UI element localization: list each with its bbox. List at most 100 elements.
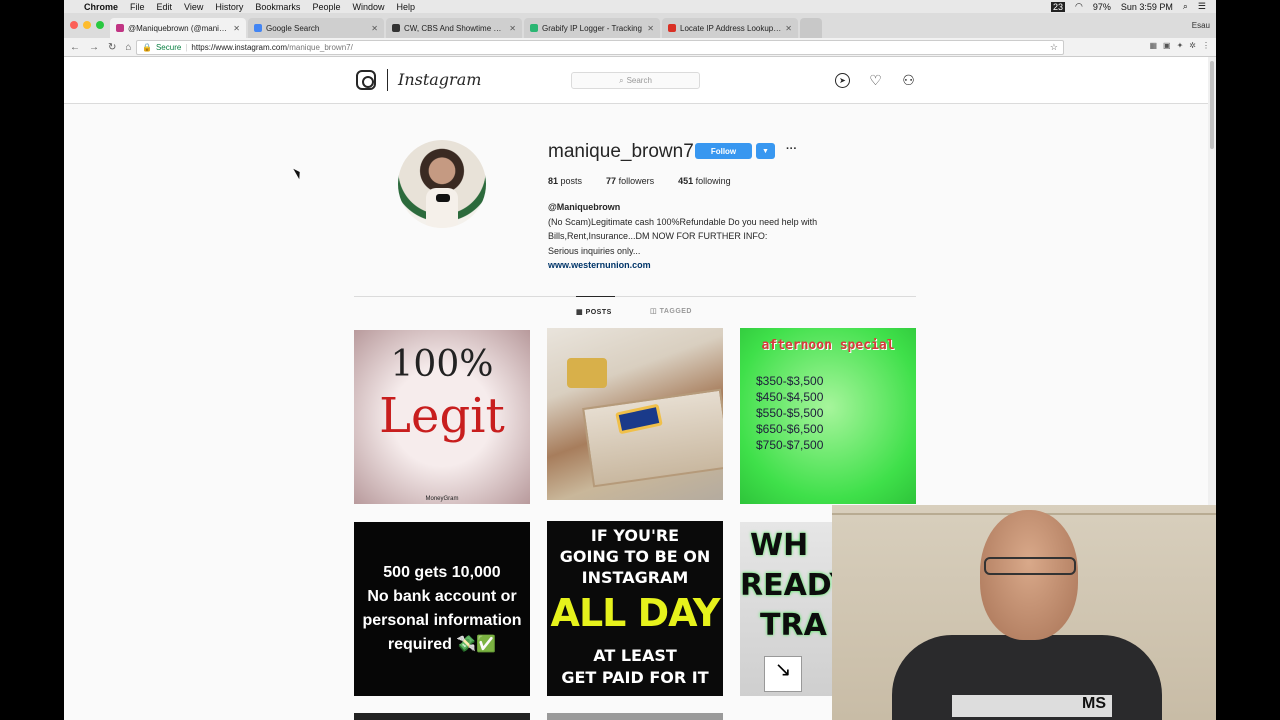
browser-profile-name[interactable]: Esau	[1192, 21, 1210, 30]
header-divider	[387, 69, 388, 91]
back-icon[interactable]: ←	[70, 42, 80, 53]
minimize-window-button[interactable]	[83, 21, 91, 29]
tab-title: Google Search	[266, 23, 320, 33]
menu-dots-icon[interactable]: ⋮	[1202, 41, 1210, 50]
bio-website-link[interactable]: www.westernunion.com	[548, 258, 848, 273]
suggested-dropdown-button[interactable]: ▼	[756, 143, 775, 159]
menu-people[interactable]: People	[312, 2, 340, 12]
grabify-favicon	[530, 24, 538, 32]
extensions-area: ▦ ▣ ✦ ✲ ⋮	[1149, 41, 1210, 50]
mouse-cursor-icon	[293, 166, 303, 180]
menu-help[interactable]: Help	[396, 2, 415, 12]
bio-name: @Maniquebrown	[548, 202, 621, 212]
price-list: $350-$3,500 $450-$4,500 $550-$5,500 $650…	[756, 373, 823, 453]
lock-icon[interactable]: 🔒	[142, 43, 152, 52]
browser-tab-grabify[interactable]: Grabify IP Logger - Tracking ✕	[524, 18, 660, 38]
close-tab-icon[interactable]: ✕	[371, 24, 378, 33]
post-thumbnail[interactable]: 100% Legit MoneyGram	[354, 330, 530, 504]
profile-avatar[interactable]	[398, 140, 486, 228]
webcam-overlay: MS	[832, 505, 1216, 720]
menu-view[interactable]: View	[184, 2, 203, 12]
profile-stats: 81 posts 77 followers 451 following	[548, 176, 731, 186]
instagram-camera-icon[interactable]	[356, 70, 376, 90]
menu-app-name[interactable]: Chrome	[84, 2, 118, 12]
following-stat[interactable]: 451 following	[678, 176, 731, 186]
bookmark-star-icon[interactable]: ☆	[1050, 42, 1063, 53]
price-item: $450-$4,500	[756, 390, 824, 404]
post-thumbnail[interactable]: 500 gets 10,000 No bank account or perso…	[354, 522, 530, 696]
explore-compass-icon[interactable]: ➤	[835, 73, 850, 88]
reload-icon[interactable]: ↻	[108, 42, 116, 53]
grid-icon: ▦	[576, 309, 586, 316]
browser-tab-cw[interactable]: CW, CBS And Showtime 2012 ✕	[386, 18, 522, 38]
bio-line: (No Scam)Legitimate cash 100%Refundable …	[548, 216, 818, 227]
glasses	[984, 557, 1076, 575]
tab-tagged[interactable]: ◫ TAGGED	[650, 307, 692, 315]
menu-window[interactable]: Window	[352, 2, 384, 12]
home-icon[interactable]: ⌂	[125, 42, 131, 53]
profile-username: manique_brown7	[548, 141, 694, 162]
close-tab-icon[interactable]: ✕	[647, 24, 654, 33]
tagged-icon: ◫	[650, 308, 660, 315]
extension-icon[interactable]: ✦	[1177, 41, 1184, 50]
bio-line: Serious inquiries only...	[548, 245, 641, 256]
avatar-bow	[436, 194, 450, 202]
caret-down-icon: ▼	[762, 147, 769, 155]
menu-history[interactable]: History	[215, 2, 243, 12]
menu-edit[interactable]: Edit	[157, 2, 173, 12]
google-favicon	[254, 24, 262, 32]
post-text-block: 500 gets 10,000 No bank account or perso…	[362, 561, 521, 657]
scrollbar-thumb[interactable]	[1210, 61, 1214, 149]
instagram-wordmark[interactable]: Instagram	[398, 70, 481, 89]
instagram-header: Instagram ⌕ Search ➤ ♡ ⚇	[64, 57, 1208, 104]
clock[interactable]: Sun 3:59 PM	[1121, 2, 1173, 12]
posts-stat: 81 posts	[548, 176, 583, 186]
post-thumbnail[interactable]: afternoon special $350-$3,500 $450-$4,50…	[740, 328, 916, 504]
browser-tab-ip-lookup[interactable]: Locate IP Address Lookup Sho ✕	[662, 18, 798, 38]
tab-title: Grabify IP Logger - Tracking	[542, 23, 642, 33]
post-text-bottom: AT LEAST GET PAID FOR IT	[547, 645, 723, 689]
extension-icon[interactable]: ✲	[1189, 41, 1196, 50]
browser-tab-instagram[interactable]: @Maniquebrown (@manique_b ✕	[110, 18, 246, 38]
ip-lookup-favicon	[668, 24, 676, 32]
battery-percent[interactable]: 97%	[1093, 2, 1111, 12]
zoom-window-button[interactable]	[96, 21, 104, 29]
more-options-button[interactable]: ···	[786, 143, 797, 155]
address-bar[interactable]: 🔒 Secure | https://www.instagram.com/man…	[136, 40, 1064, 55]
post-text: INSTAGRAM	[581, 568, 689, 587]
extension-icon[interactable]: ▦	[1149, 41, 1157, 50]
spotlight-icon[interactable]: ⌕	[1183, 1, 1188, 12]
gold-watch-image	[567, 358, 607, 388]
notification-center-icon[interactable]: ☰	[1198, 1, 1206, 12]
post-text: GOING TO BE ON	[559, 547, 711, 566]
search-input[interactable]: ⌕ Search	[571, 72, 700, 89]
menu-bookmarks[interactable]: Bookmarks	[255, 2, 300, 12]
post-text: Legit	[379, 388, 505, 444]
post-text: personal information	[362, 612, 522, 629]
new-tab-button[interactable]	[800, 18, 822, 38]
extension-icon[interactable]: ▣	[1163, 41, 1171, 50]
wifi-icon[interactable]: ◠	[1075, 1, 1083, 12]
url-domain: https://www.instagram.com	[191, 43, 287, 52]
post-thumbnail-partial[interactable]	[354, 713, 530, 720]
forward-icon[interactable]: →	[89, 42, 99, 53]
profile-user-icon[interactable]: ⚇	[901, 72, 916, 88]
activity-heart-icon[interactable]: ♡	[868, 72, 883, 88]
close-window-button[interactable]	[70, 21, 78, 29]
chart-down-icon: ↘	[764, 656, 802, 692]
tab-posts[interactable]: ▦ POSTS	[576, 296, 615, 316]
price-item: $750-$7,500	[756, 438, 824, 452]
browser-tab-google[interactable]: Google Search ✕	[248, 18, 384, 38]
followers-stat[interactable]: 77 followers	[606, 176, 654, 186]
close-tab-icon[interactable]: ✕	[785, 24, 792, 33]
menu-file[interactable]: File	[130, 2, 145, 12]
post-thumbnail[interactable]: IF YOU'RE GOING TO BE ON INSTAGRAM ALL D…	[547, 521, 723, 696]
post-thumbnail[interactable]	[547, 328, 723, 500]
close-tab-icon[interactable]: ✕	[233, 24, 240, 33]
badge-count[interactable]: 23	[1050, 1, 1065, 12]
shirt-logo: MS	[952, 695, 1112, 717]
follow-button[interactable]: Follow	[695, 143, 752, 159]
close-tab-icon[interactable]: ✕	[509, 24, 516, 33]
search-placeholder: Search	[626, 76, 652, 85]
post-thumbnail-partial[interactable]	[547, 713, 723, 720]
